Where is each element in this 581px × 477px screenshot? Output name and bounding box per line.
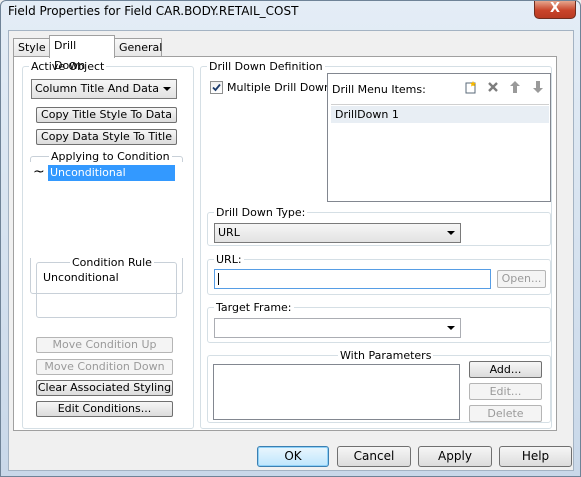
condition-label: Unconditional — [48, 165, 175, 181]
condition-rule-legend: Condition Rule — [70, 256, 154, 269]
open-button-label: Open... — [501, 272, 542, 285]
delete-x-icon[interactable] — [486, 80, 500, 94]
arrow-down-icon[interactable] — [532, 80, 544, 94]
drill-down-definition-group: Drill Down Definition Multiple Drill Dow… — [200, 60, 552, 429]
edit-parameter-button[interactable]: Edit... — [469, 383, 542, 400]
edit-conditions-button[interactable]: Edit Conditions... — [36, 401, 173, 417]
close-icon: X — [549, 1, 561, 16]
edit-parameter-label: Edit... — [489, 385, 522, 398]
tab-general-label: General — [119, 41, 163, 54]
delete-parameter-button[interactable]: Delete — [469, 405, 542, 422]
list-item[interactable]: ~ Unconditional — [32, 165, 177, 181]
tab-general[interactable]: General — [114, 38, 162, 57]
copy-data-style-label: Copy Data Style To Title — [41, 130, 172, 143]
edit-conditions-label: Edit Conditions... — [57, 402, 152, 415]
drill-down-type-combo[interactable]: URL — [214, 223, 461, 243]
apply-button-label: Apply — [438, 449, 472, 463]
open-button[interactable]: Open... — [497, 270, 546, 288]
arrow-up-icon[interactable] — [509, 80, 521, 94]
drill-down-type-group: Drill Down Type: URL — [207, 206, 551, 246]
chevron-down-icon — [447, 326, 455, 330]
checkmark-icon — [212, 83, 221, 92]
drill-menu-items-list[interactable]: DrillDown 1 — [331, 104, 549, 200]
add-parameter-label: Add... — [489, 363, 522, 376]
multiple-drill-downs-checkbox[interactable]: Multiple Drill Downs — [210, 80, 337, 96]
target-frame-combo[interactable] — [214, 318, 461, 338]
ok-button-label: OK — [284, 449, 302, 463]
cancel-button[interactable]: Cancel — [337, 446, 411, 467]
with-parameters-group: With Parameters Add... Edit... Delete — [207, 349, 551, 423]
tab-style[interactable]: Style — [13, 38, 50, 57]
condition-rule-text: Unconditional — [43, 271, 119, 284]
tab-drill-down-label: Drill Down — [54, 39, 86, 72]
applying-condition-group: Applying to Condition ~ Unconditional Co… — [30, 150, 183, 318]
drill-menu-items-label: Drill Menu Items: — [332, 83, 426, 96]
dialog-client: Style Drill Down General Active Object C… — [8, 30, 574, 471]
move-condition-down-button[interactable]: Move Condition Down — [36, 359, 173, 375]
condition-symbol-icon: ~ — [33, 164, 45, 180]
move-condition-up-label: Move Condition Up — [52, 338, 157, 351]
list-item[interactable]: DrillDown 1 — [331, 106, 549, 123]
cancel-button-label: Cancel — [353, 449, 395, 463]
url-legend: URL: — [214, 253, 244, 266]
ok-button[interactable]: OK — [257, 446, 329, 467]
copy-data-style-button[interactable]: Copy Data Style To Title — [36, 129, 177, 145]
new-item-icon[interactable] — [464, 80, 478, 94]
url-group: URL: Open... — [207, 253, 551, 295]
drill-down-type-legend: Drill Down Type: — [214, 206, 308, 219]
drill-down-panel: Active Object Column Title And Data Copy… — [13, 56, 557, 431]
move-condition-up-button[interactable]: Move Condition Up — [36, 337, 173, 353]
title-bar[interactable]: Field Properties for Field CAR.BODY.RETA… — [1, 1, 580, 29]
help-button[interactable]: Help — [499, 446, 572, 467]
delete-parameter-label: Delete — [487, 407, 524, 420]
add-parameter-button[interactable]: Add... — [469, 361, 542, 378]
drill-menu-item-label: DrillDown 1 — [335, 108, 399, 121]
target-frame-legend: Target Frame: — [214, 301, 294, 314]
dialog-window: Field Properties for Field CAR.BODY.RETA… — [0, 0, 581, 477]
active-object-combo-value: Column Title And Data — [35, 82, 159, 95]
drill-down-definition-legend: Drill Down Definition — [207, 60, 325, 73]
with-parameters-legend: With Parameters — [338, 349, 434, 362]
copy-title-style-button[interactable]: Copy Title Style To Data — [36, 107, 177, 123]
clear-styling-label: Clear Associated Styling — [37, 381, 172, 394]
apply-button[interactable]: Apply — [418, 446, 492, 467]
chevron-down-icon — [163, 87, 171, 91]
clear-styling-button[interactable]: Clear Associated Styling — [36, 380, 173, 396]
text-cursor — [218, 273, 219, 285]
help-button-label: Help — [521, 449, 550, 463]
copy-title-style-label: Copy Title Style To Data — [41, 108, 172, 121]
url-input[interactable] — [214, 269, 491, 289]
active-object-combo[interactable]: Column Title And Data — [31, 79, 177, 99]
move-condition-down-label: Move Condition Down — [44, 360, 165, 373]
window-title: Field Properties for Field CAR.BODY.RETA… — [8, 4, 299, 18]
drill-menu-items-box: Drill Menu Items: DrillDown 1 — [327, 73, 551, 202]
condition-rule-group: Condition Rule Unconditional — [36, 256, 177, 318]
active-object-group: Active Object Column Title And Data Copy… — [22, 60, 194, 429]
chevron-down-icon — [447, 231, 455, 235]
conditions-list[interactable]: ~ Unconditional — [30, 162, 183, 258]
checkbox-box[interactable] — [210, 81, 223, 94]
target-frame-group: Target Frame: — [207, 301, 551, 343]
multiple-drill-downs-label: Multiple Drill Downs — [227, 81, 337, 94]
drill-down-type-value: URL — [218, 226, 240, 239]
tab-drill-down[interactable]: Drill Down — [49, 35, 115, 72]
tab-strip: Style Drill Down General — [13, 35, 413, 72]
parameters-list[interactable] — [213, 364, 460, 420]
close-button[interactable]: X — [534, 1, 576, 19]
tab-style-label: Style — [18, 41, 46, 54]
